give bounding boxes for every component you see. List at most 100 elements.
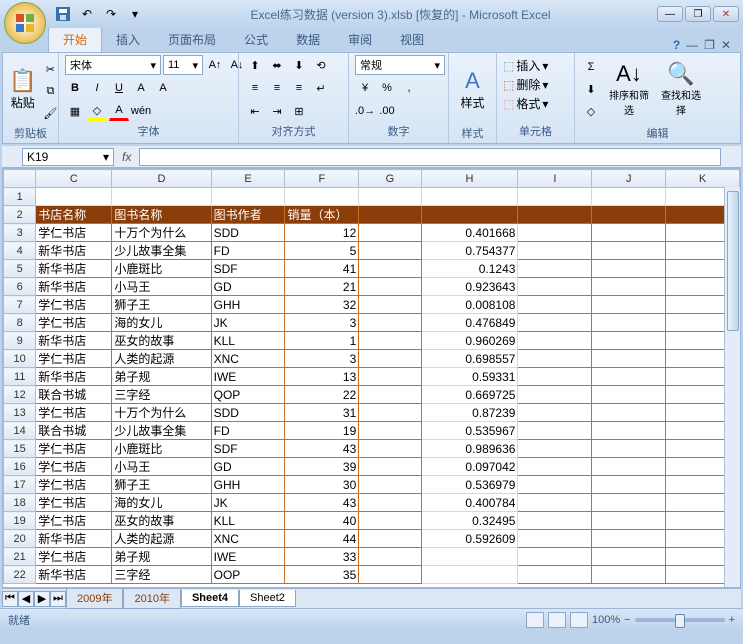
cell[interactable] xyxy=(359,494,421,512)
cell[interactable] xyxy=(112,188,211,206)
row-header-12[interactable]: 12 xyxy=(4,386,36,404)
cell[interactable]: OOP xyxy=(211,566,285,584)
cell[interactable]: 巫女的故事 xyxy=(112,512,211,530)
row-header-6[interactable]: 6 xyxy=(4,278,36,296)
cell[interactable] xyxy=(518,512,592,530)
office-button[interactable] xyxy=(4,2,46,44)
cell[interactable] xyxy=(359,422,421,440)
col-header-D[interactable]: D xyxy=(112,170,211,188)
row-header-4[interactable]: 4 xyxy=(4,242,36,260)
cell[interactable]: 海的女儿 xyxy=(112,494,211,512)
cell[interactable]: 少儿故事全集 xyxy=(112,242,211,260)
col-header-J[interactable]: J xyxy=(592,170,666,188)
cell[interactable]: 0.923643 xyxy=(421,278,518,296)
col-header-E[interactable]: E xyxy=(211,170,285,188)
cell[interactable]: 小马王 xyxy=(112,458,211,476)
cell[interactable]: QOP xyxy=(211,386,285,404)
cell[interactable]: 0.1243 xyxy=(421,260,518,278)
cell[interactable]: 43 xyxy=(285,494,359,512)
cell[interactable] xyxy=(518,368,592,386)
cell[interactable]: GHH xyxy=(211,476,285,494)
row-header-1[interactable]: 1 xyxy=(4,188,36,206)
cell[interactable]: 0.008108 xyxy=(421,296,518,314)
cell[interactable]: 海的女儿 xyxy=(112,314,211,332)
col-header-corner[interactable] xyxy=(4,170,36,188)
phonetic-icon[interactable]: wén xyxy=(131,101,151,121)
cell[interactable]: 22 xyxy=(285,386,359,404)
col-header-K[interactable]: K xyxy=(666,170,740,188)
format-cells-button[interactable]: ⬚格式▾ xyxy=(503,95,548,112)
find-select-button[interactable]: 🔍查找和选择 xyxy=(657,55,705,123)
col-header-C[interactable]: C xyxy=(36,170,112,188)
cell[interactable]: FD xyxy=(211,422,285,440)
percent-icon[interactable]: % xyxy=(377,78,397,98)
cell[interactable]: IWE xyxy=(211,548,285,566)
delete-cells-button[interactable]: ⬚删除▾ xyxy=(503,76,548,93)
sheet-tab-2010[interactable]: 2010年 xyxy=(123,588,180,609)
cell[interactable] xyxy=(518,296,592,314)
align-left-icon[interactable]: ≡ xyxy=(245,78,265,98)
cell[interactable]: 13 xyxy=(285,368,359,386)
copy-icon[interactable]: ⧉ xyxy=(40,81,60,101)
cell[interactable] xyxy=(592,530,666,548)
row-header-3[interactable]: 3 xyxy=(4,224,36,242)
cell[interactable] xyxy=(518,278,592,296)
number-format-combo[interactable]: 常规▾ xyxy=(355,55,445,75)
qat-dropdown-icon[interactable]: ▾ xyxy=(126,5,144,23)
cell[interactable]: 1 xyxy=(285,332,359,350)
row-header-16[interactable]: 16 xyxy=(4,458,36,476)
cell[interactable]: 31 xyxy=(285,404,359,422)
sheet-nav-first[interactable]: ⏮ xyxy=(2,591,18,607)
cell[interactable]: 图书作者 xyxy=(211,206,285,224)
cell[interactable]: 书店名称 xyxy=(36,206,112,224)
cell[interactable]: 0.536979 xyxy=(421,476,518,494)
cell[interactable]: 弟子规 xyxy=(112,368,211,386)
zoom-in-icon[interactable]: + xyxy=(729,614,735,626)
cell[interactable]: 狮子王 xyxy=(112,476,211,494)
cell[interactable]: 0.960269 xyxy=(421,332,518,350)
row-header-14[interactable]: 14 xyxy=(4,422,36,440)
tab-data[interactable]: 数据 xyxy=(282,27,334,52)
styles-button[interactable]: A样式 xyxy=(455,55,490,123)
cell[interactable] xyxy=(518,260,592,278)
font-color-icon[interactable]: A xyxy=(109,101,129,121)
cell[interactable]: 21 xyxy=(285,278,359,296)
minimize-ribbon-button[interactable]: — xyxy=(686,38,698,52)
cell[interactable]: 小鹿斑比 xyxy=(112,440,211,458)
cell[interactable]: IWE xyxy=(211,368,285,386)
orientation-icon[interactable]: ⟲ xyxy=(311,55,331,75)
cell[interactable] xyxy=(359,260,421,278)
cell[interactable]: 3 xyxy=(285,314,359,332)
sheet-nav-next[interactable]: ▶ xyxy=(34,591,50,607)
align-right-icon[interactable]: ≡ xyxy=(289,78,309,98)
cell[interactable] xyxy=(359,458,421,476)
cell[interactable] xyxy=(518,422,592,440)
cell[interactable] xyxy=(359,548,421,566)
fill-icon[interactable]: ⬇ xyxy=(581,79,601,99)
tab-review[interactable]: 审阅 xyxy=(334,27,386,52)
help-icon[interactable]: ? xyxy=(673,38,680,52)
cell[interactable]: 0.989636 xyxy=(421,440,518,458)
sort-filter-button[interactable]: A↓排序和筛选 xyxy=(605,55,653,123)
cell[interactable] xyxy=(592,188,666,206)
row-header-10[interactable]: 10 xyxy=(4,350,36,368)
cell[interactable]: 41 xyxy=(285,260,359,278)
cell[interactable] xyxy=(592,512,666,530)
cell[interactable] xyxy=(592,296,666,314)
page-break-view-icon[interactable] xyxy=(570,612,588,628)
cell[interactable] xyxy=(592,566,666,584)
col-header-I[interactable]: I xyxy=(518,170,592,188)
cell[interactable]: 新华书店 xyxy=(36,242,112,260)
col-header-G[interactable]: G xyxy=(359,170,421,188)
clear-icon[interactable]: ◇ xyxy=(581,101,601,121)
cell[interactable]: 0.59331 xyxy=(421,368,518,386)
tab-layout[interactable]: 页面布局 xyxy=(154,27,230,52)
cell[interactable]: XNC xyxy=(211,530,285,548)
cell[interactable] xyxy=(359,350,421,368)
cell[interactable] xyxy=(421,206,518,224)
cell[interactable]: 40 xyxy=(285,512,359,530)
cell[interactable] xyxy=(518,566,592,584)
cell[interactable] xyxy=(359,188,421,206)
cell[interactable] xyxy=(592,242,666,260)
row-header-20[interactable]: 20 xyxy=(4,530,36,548)
